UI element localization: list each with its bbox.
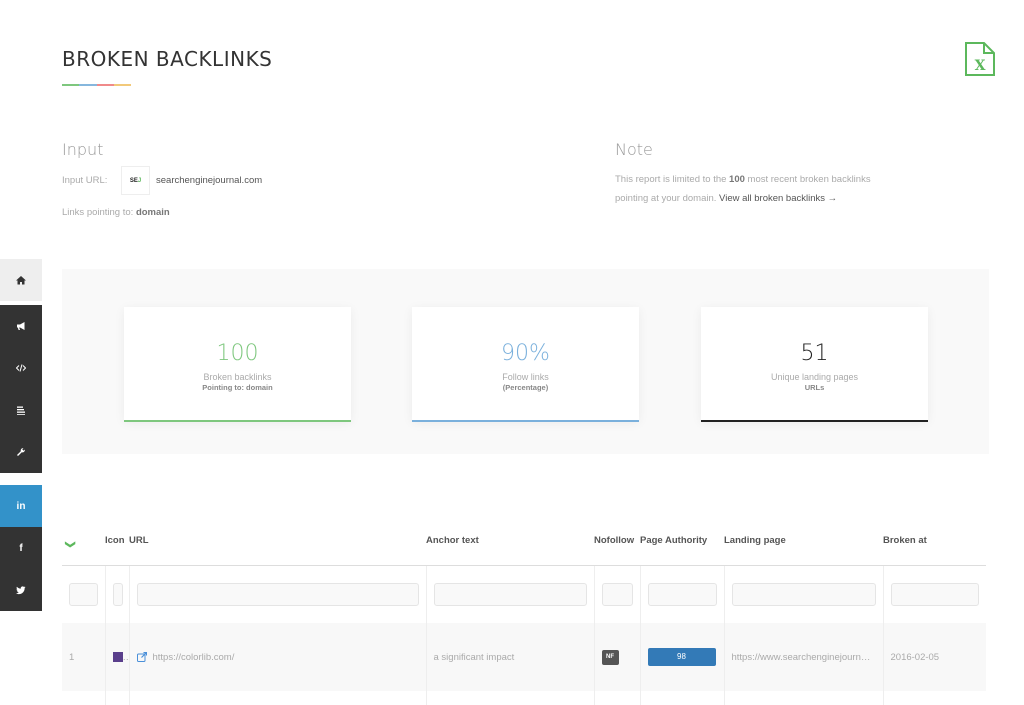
code-icon (16, 364, 26, 372)
share-twitter-button[interactable] (0, 569, 42, 611)
logo-text: SE (129, 177, 138, 184)
filter-page-authority-input[interactable] (647, 582, 717, 606)
underline-segment (62, 84, 80, 86)
links-label: Links pointing to: (62, 207, 134, 218)
filter-row (62, 565, 986, 623)
facebook-icon: f (19, 542, 23, 554)
stat-card-follow-links: 90% Follow links (Percentage) (412, 307, 639, 422)
stat-sublabel: URLs (804, 383, 825, 392)
filter-nofollow-input[interactable] (601, 582, 633, 606)
column-header-icon[interactable]: Icon (105, 517, 129, 566)
stat-card-unique-landing-pages: 51 Unique landing pages URLs (701, 307, 928, 422)
row-page-authority-cell: 98 (639, 623, 724, 691)
external-link-icon[interactable] (136, 651, 147, 662)
filter-landing-page-input[interactable] (731, 582, 876, 606)
column-header-anchor-text[interactable]: Anchor text (426, 517, 594, 566)
column-header-landing-page[interactable]: Landing page (724, 517, 883, 566)
nofollow-badge: NF (601, 649, 619, 665)
underline-segment (79, 84, 97, 86)
row-anchor-text: a significant impact (425, 623, 594, 691)
row-landing-page[interactable]: https://www.searchenginejournal.com/ (723, 623, 883, 691)
backlinks-table: ❯ Icon URL Anchor text Nofollow Page Aut… (62, 517, 986, 705)
filter-anchor-text-input[interactable] (433, 582, 587, 606)
input-url-label: Input URL: (62, 175, 108, 186)
filter-url-input[interactable] (136, 582, 419, 606)
sidebar-wrench-button[interactable] (0, 431, 42, 473)
filter-index-input[interactable] (69, 582, 98, 606)
table-row (62, 691, 986, 705)
twitter-icon (16, 586, 26, 595)
filter-broken-at-input[interactable] (890, 582, 979, 606)
row-favicon-cell (104, 623, 129, 691)
svg-text:X: X (975, 58, 986, 74)
sidebar-megaphone-button[interactable] (0, 305, 42, 347)
chevron-down-icon[interactable]: ❯ (65, 533, 76, 549)
share-facebook-button[interactable]: f (0, 527, 42, 569)
excel-file-icon: X (965, 42, 995, 76)
column-header-nofollow[interactable]: Nofollow (594, 517, 640, 566)
stat-sublabel: (Percentage) (502, 383, 549, 392)
page-authority-bar: 98 (647, 648, 716, 666)
input-url-value: searchenginejournal.com (156, 175, 263, 186)
stat-value: 90% (501, 341, 550, 366)
export-excel-button[interactable]: X (964, 41, 996, 77)
stat-card-broken-backlinks: 100 Broken backlinks Pointing to: domain (124, 307, 351, 422)
sidebar-home-button[interactable] (0, 259, 42, 301)
row-url-link[interactable]: https://colorlib.com/ (153, 652, 235, 663)
logo-accent: J (137, 177, 142, 184)
stat-sublabel: Pointing to: domain (202, 383, 273, 392)
home-icon (16, 276, 26, 285)
stat-label: Follow links (502, 372, 549, 382)
input-heading: Input (62, 140, 104, 159)
stat-accent-bar (412, 420, 639, 422)
underline-segment (96, 84, 114, 86)
wrench-icon (17, 447, 26, 456)
note-text: This report is limited to the 100 most r… (615, 170, 895, 208)
sidebar-social-group: in f (0, 485, 42, 611)
stats-panel: 100 Broken backlinks Pointing to: domain… (62, 269, 989, 454)
stat-value: 51 (800, 341, 829, 366)
row-nofollow-cell: NF (593, 623, 640, 691)
row-url-cell: https://colorlib.com/ (128, 623, 426, 691)
stat-label: Broken backlinks (203, 372, 272, 382)
table-header-row: ❯ Icon URL Anchor text Nofollow Page Aut… (62, 517, 986, 566)
site-favicon-icon (112, 651, 123, 662)
page-title: BROKEN BACKLINKS (62, 47, 273, 71)
megaphone-icon (17, 322, 25, 330)
column-header-broken-at[interactable]: Broken at (883, 517, 986, 566)
underline-segment (113, 84, 131, 86)
title-underline (62, 84, 131, 86)
stat-accent-bar (701, 420, 928, 422)
filter-icon-input[interactable] (112, 582, 123, 606)
sidebar-list-button[interactable] (0, 389, 42, 431)
stat-value: 100 (216, 341, 259, 366)
share-linkedin-button[interactable]: in (0, 485, 42, 527)
note-text-before: This report is limited to the (615, 174, 730, 185)
row-index: 1 (69, 651, 75, 663)
site-logo: SE J (121, 166, 150, 195)
sidebar-code-button[interactable] (0, 347, 42, 389)
row-broken-at: 2016-02-05 (882, 623, 986, 691)
note-heading: Note (615, 140, 653, 159)
column-header-page-authority[interactable]: Page Authority (640, 517, 724, 566)
links-pointing-to: Links pointing to: domain (62, 207, 170, 218)
stat-accent-bar (124, 420, 351, 422)
expand-toggle[interactable]: ❯ (62, 517, 105, 566)
list-icon (17, 406, 25, 415)
links-value: domain (135, 207, 170, 218)
column-header-url[interactable]: URL (129, 517, 426, 566)
view-all-broken-backlinks-link[interactable]: View all broken backlinks → (719, 193, 837, 204)
stat-label: Unique landing pages (770, 372, 859, 382)
sidebar-tools-group (0, 305, 42, 473)
linkedin-icon: in (16, 500, 26, 512)
sidebar-home-group (0, 259, 42, 301)
note-limit: 100 (729, 174, 745, 185)
table-row: 1 https://colorlib.com/ a significant im… (62, 623, 986, 691)
